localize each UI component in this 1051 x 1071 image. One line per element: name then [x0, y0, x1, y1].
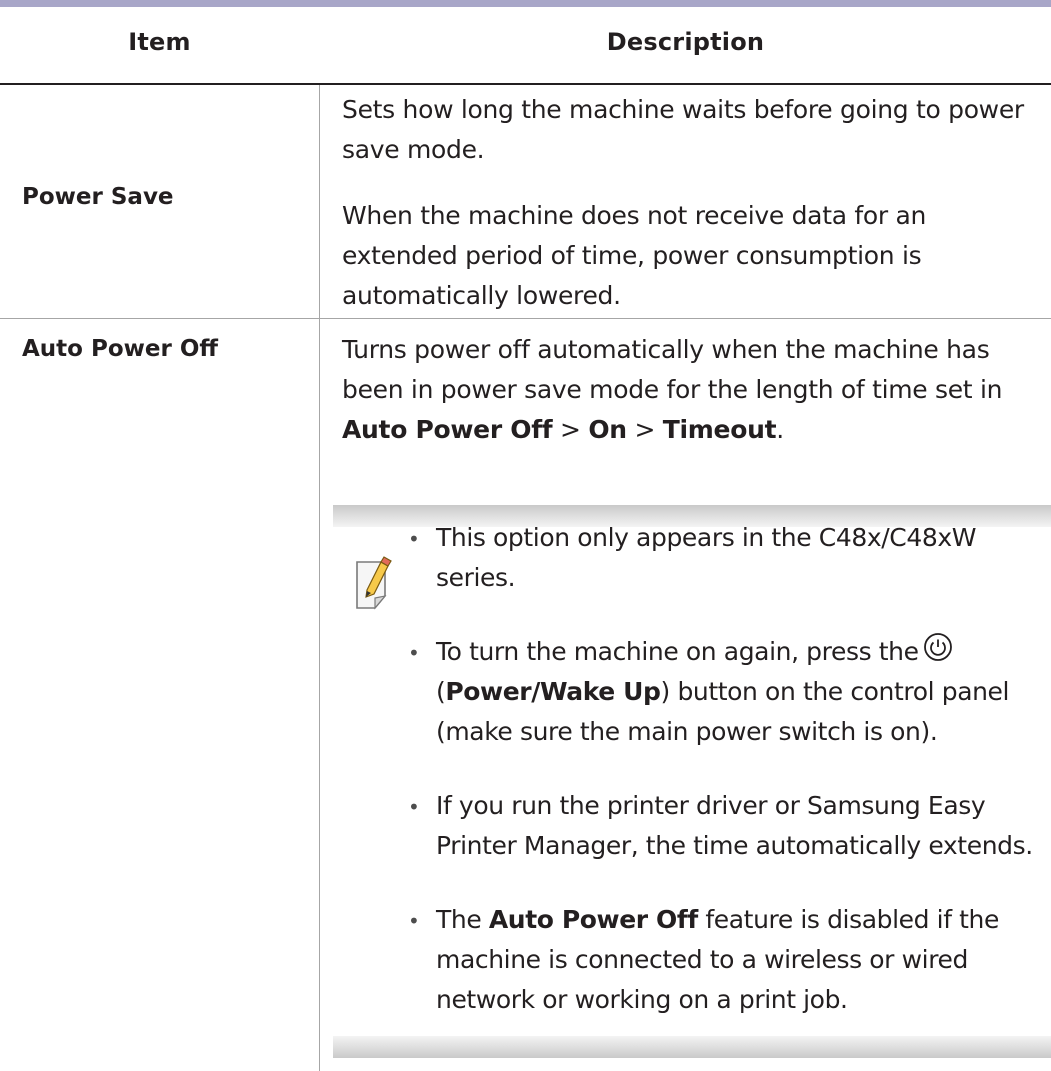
power-save-desc-1: Sets how long the machine waits before g… [342, 95, 1024, 164]
power-save-desc-2: When the machine does not receive data f… [342, 201, 927, 310]
bullet-4: • [408, 909, 420, 933]
header-description: Description [606, 28, 765, 56]
note-item-3: If you run the printer driver or Samsung… [436, 791, 1033, 860]
note-item-1: This option only appears in the C48x/C48… [436, 523, 977, 592]
note-item-2: To turn the machine on again, press the … [436, 632, 1048, 752]
power-icon [923, 633, 952, 661]
note-pencil-icon [356, 556, 392, 610]
note-item-4: The Auto Power Off feature is disabled i… [436, 905, 999, 1014]
note-bottom-bar [333, 1036, 1051, 1058]
bullet-2: • [408, 641, 420, 665]
header-divider [0, 83, 1051, 85]
item-auto-power-off: Auto Power Off [22, 336, 219, 362]
header-item: Item [128, 28, 191, 56]
top-rule [0, 0, 1051, 7]
bullet-1: • [408, 527, 420, 551]
item-power-save: Power Save [22, 184, 174, 210]
column-divider [319, 85, 320, 1071]
row-divider [0, 318, 1051, 319]
auto-power-off-desc: Turns power off automatically when the m… [342, 335, 1003, 444]
bullet-3: • [408, 795, 420, 819]
